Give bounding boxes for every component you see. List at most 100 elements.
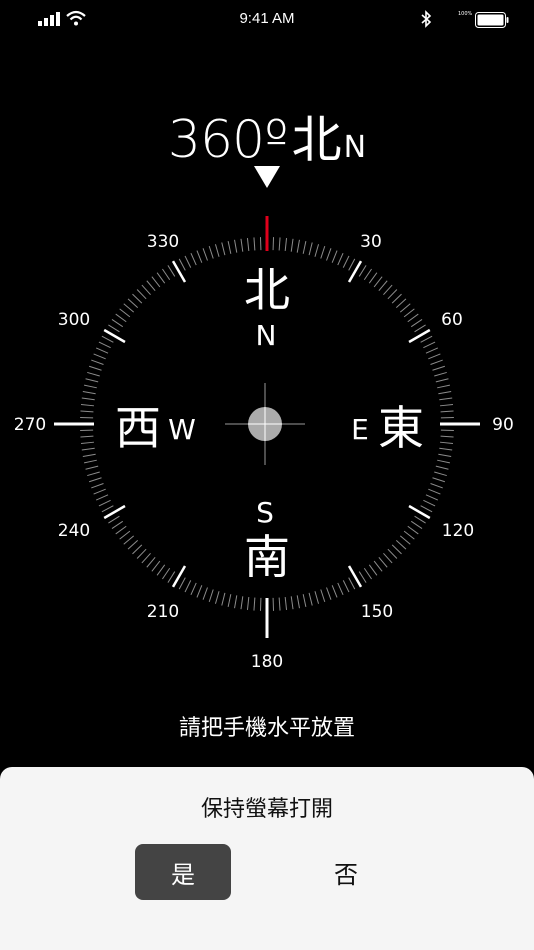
dial-minor-tick [246,237,250,252]
dial-minor-tick [296,239,300,253]
cardinal-east-letter: E [351,413,369,446]
dial-label-270: 270 [14,415,46,435]
dial-major-tick [347,260,363,283]
dial-minor-tick [115,313,127,323]
dial-minor-tick [326,248,332,261]
dial-minor-tick [432,365,446,371]
dial-minor-tick [227,594,232,608]
dial-label-60: 60 [441,310,463,330]
dial-minor-tick [439,447,453,451]
cardinal-north-letter: N [256,319,277,352]
dial-minor-tick [184,255,192,268]
dial-minor-tick [91,359,104,365]
dial-minor-tick [407,313,419,323]
dial-minor-tick [87,471,100,477]
dial-minor-tick [314,591,320,604]
dial-minor-tick [368,564,378,576]
dial-minor-tick [440,435,454,438]
dial-minor-tick [162,567,171,580]
dial-minor-tick [83,384,97,389]
dial-minor-tick [80,435,94,438]
dial-minor-tick [132,544,143,555]
dial-minor-tick [363,268,372,281]
dial-minor-tick [391,293,402,304]
dial-label-150: 150 [361,602,393,622]
dial-minor-tick [414,324,426,333]
cardinal-south-letter: S [256,496,274,529]
dial-minor-tick [337,252,344,266]
dial-minor-tick [167,571,176,583]
dial-minor-tick [308,592,313,606]
dial-minor-tick [395,298,407,308]
dial-minor-tick [420,335,433,343]
dial-label-30: 30 [360,232,382,252]
dial-minor-tick [407,525,419,535]
dial-minor-tick [434,471,447,477]
dial-minor-tick [358,265,367,277]
dial-minor-tick [331,585,338,598]
dial-minor-tick [151,560,161,572]
dial-minor-tick [80,410,94,413]
dial-minor-tick [98,499,111,507]
dial-minor-tick [141,284,151,296]
dial-minor-tick [101,505,114,513]
dial-minor-tick [119,530,131,540]
dial-minor-tick [378,280,388,292]
dial-minor-tick [314,244,320,257]
cardinal-west-hanzi: 西 [115,401,161,455]
dial-minor-tick [435,465,449,470]
dial-minor-tick [196,585,203,598]
dial-minor-tick [331,250,338,263]
cardinal-south-hanzi: 南 [244,530,290,584]
dial-minor-tick [368,272,378,284]
dial-minor-tick [430,359,443,365]
dial-minor-tick [93,488,106,495]
dial-minor-tick [81,447,95,451]
dial-minor-tick [227,240,232,254]
dial-minor-tick [399,535,411,545]
dial-major-tick [347,565,363,588]
dial-minor-tick [284,596,288,611]
dial-minor-tick [91,483,104,489]
dial-minor-tick [196,250,203,263]
dial-minor-tick [373,276,383,288]
dial-minor-tick [435,378,449,383]
dial-minor-tick [151,276,161,288]
dial-minor-tick [221,592,226,606]
no-button[interactable]: 否 [298,844,394,900]
dial-major-tick [103,328,126,344]
dial-major-tick [171,565,187,588]
dial-minor-tick [221,242,226,256]
dial-minor-tick [414,515,426,524]
dial-minor-tick [420,505,433,513]
dial-minor-tick [162,268,171,281]
dial-minor-tick [437,459,451,464]
dial-minor-tick [240,596,244,610]
dial-minor-tick [85,378,99,383]
dial-minor-tick [320,245,326,259]
dial-minor-tick [127,540,139,550]
dial-minor-tick [432,477,446,483]
dial-minor-tick [425,347,439,354]
dial-major-tick [408,504,431,520]
dial-minor-tick [363,567,372,580]
dial-minor-tick [167,265,176,277]
dial-minor-tick [290,238,294,252]
dial-minor-tick [410,319,423,328]
dial-label-300: 300 [58,310,90,330]
dial-label-120: 120 [442,521,474,541]
dial-minor-tick [395,540,407,550]
dial-major-tick [103,504,126,520]
dial-minor-tick [399,303,411,313]
dial-minor-tick [208,589,214,603]
dial-minor-tick [101,335,114,343]
dial-label-240: 240 [58,521,90,541]
dial-minor-tick [440,410,454,413]
dial-minor-tick [253,597,256,611]
dial-minor-tick [373,560,383,572]
dial-minor-tick [302,594,307,608]
dial-minor-tick [111,520,124,529]
yes-button[interactable]: 是 [135,844,231,900]
dial-minor-tick [127,298,139,308]
dial-label-180: 180 [251,652,283,672]
